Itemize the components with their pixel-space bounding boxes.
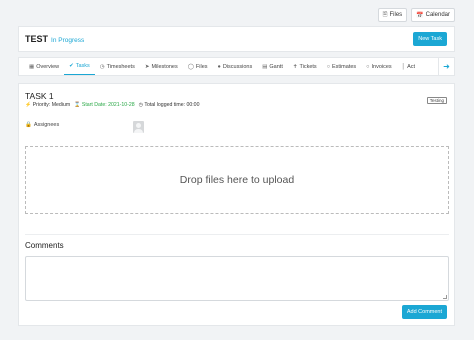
files-button-label: Files — [389, 12, 403, 18]
task-panel: TASK 1 Testing ⚡ Priority: Medium ⌛ Star… — [18, 83, 455, 326]
divider — [25, 234, 449, 235]
priority-text: Priority: Medium — [32, 102, 71, 108]
start-date-item: ⌛ Start Date: 2021-10-28 — [74, 102, 134, 108]
task-title: TASK 1 — [25, 91, 54, 101]
comment-textarea[interactable] — [25, 256, 449, 301]
add-comment-button[interactable]: Add Comment — [401, 305, 447, 319]
calendar-icon: 📅 — [416, 12, 424, 19]
invoice-icon: ○ — [366, 63, 370, 70]
tab-overview[interactable]: ▦ Overview — [24, 58, 64, 75]
new-task-button[interactable]: New Task — [413, 32, 447, 46]
tab-label: Timesheets — [106, 63, 135, 70]
tab-invoices[interactable]: ○ Invoices — [361, 58, 397, 75]
files-button[interactable]: 🗎 Files — [377, 8, 408, 22]
tab-gantt[interactable]: ▤ Gantt — [257, 58, 288, 75]
calendar-button-label: Calendar — [425, 12, 450, 18]
check-circle-icon: ✔ — [69, 63, 74, 69]
project-header: TEST In Progress New Task — [18, 26, 455, 52]
tab-files[interactable]: ◯ Files — [183, 58, 213, 75]
lock-icon: 🔒 — [25, 122, 32, 128]
assignees-label: 🔒 Assignees — [25, 122, 59, 128]
priority-item: ⚡ Priority: Medium — [25, 102, 70, 108]
project-title: TEST — [25, 34, 49, 44]
activity-icon: │ — [401, 63, 406, 70]
gantt-icon: ▤ — [262, 63, 268, 70]
estimate-icon: ○ — [326, 63, 331, 70]
file-icon: 🗎 — [382, 12, 388, 18]
tab-label: Gantt — [269, 63, 283, 70]
tab-label: Tasks — [75, 63, 90, 69]
tab-timesheets[interactable]: ◷ Timesheets — [95, 58, 140, 75]
tab-milestones[interactable]: ➤ Milestones — [140, 58, 183, 75]
tab-label: Invoices — [371, 63, 392, 70]
task-meta: ⚡ Priority: Medium ⌛ Start Date: 2021-10… — [25, 102, 199, 108]
tabs-scroll-right-icon[interactable]: ➜ — [438, 58, 454, 75]
project-tabs: ▦ Overview ✔ Tasks ◷ Timesheets ➤ Milest… — [18, 57, 455, 76]
bolt-icon: ⚡ — [25, 102, 32, 108]
tab-label: Overview — [36, 63, 60, 70]
tab-estimates[interactable]: ○ Estimates — [322, 58, 361, 75]
top-toolbar: 🗎 Files 📅 Calendar — [377, 8, 455, 24]
tab-tickets[interactable]: ✝ Tickets — [288, 58, 322, 75]
logged-time-item: ◷ Total logged time: 00:00 — [139, 102, 200, 108]
avatar[interactable] — [133, 121, 144, 133]
tab-label: Files — [195, 63, 208, 70]
assignees-text: Assignees — [33, 122, 60, 128]
dropzone-text: Drop files here to upload — [179, 174, 295, 186]
calendar-button[interactable]: 📅 Calendar — [411, 8, 455, 22]
overview-icon: ▦ — [29, 63, 35, 70]
tab-activity[interactable]: │ Act — [397, 58, 420, 75]
tab-label: Tickets — [299, 63, 317, 70]
clock-icon: ◷ — [138, 102, 144, 108]
comments-title: Comments — [25, 241, 64, 250]
rocket-icon: ➤ — [144, 63, 150, 70]
tab-tasks[interactable]: ✔ Tasks — [64, 58, 95, 75]
tab-discussions[interactable]: ● Discussions — [213, 58, 258, 75]
tab-label: Milestones — [151, 63, 178, 70]
clock-icon: ◷ — [99, 63, 105, 70]
hourglass-icon: ⌛ — [74, 102, 81, 108]
tab-label: Discussions — [222, 63, 253, 70]
file-dropzone[interactable]: Drop files here to upload — [25, 146, 449, 214]
tab-label: Act — [407, 63, 416, 70]
resize-handle-icon[interactable] — [443, 295, 447, 299]
chat-icon: ● — [217, 63, 221, 70]
project-status: In Progress — [51, 36, 85, 44]
task-label-badge: Testing — [426, 97, 447, 104]
files-icon: ◯ — [187, 63, 194, 70]
start-date-text: Start Date: 2021-10-28 — [81, 102, 135, 108]
ticket-icon: ✝ — [292, 63, 298, 70]
tab-label: Estimates — [332, 63, 357, 70]
logged-time-text: Total logged time: 00:00 — [144, 102, 200, 108]
